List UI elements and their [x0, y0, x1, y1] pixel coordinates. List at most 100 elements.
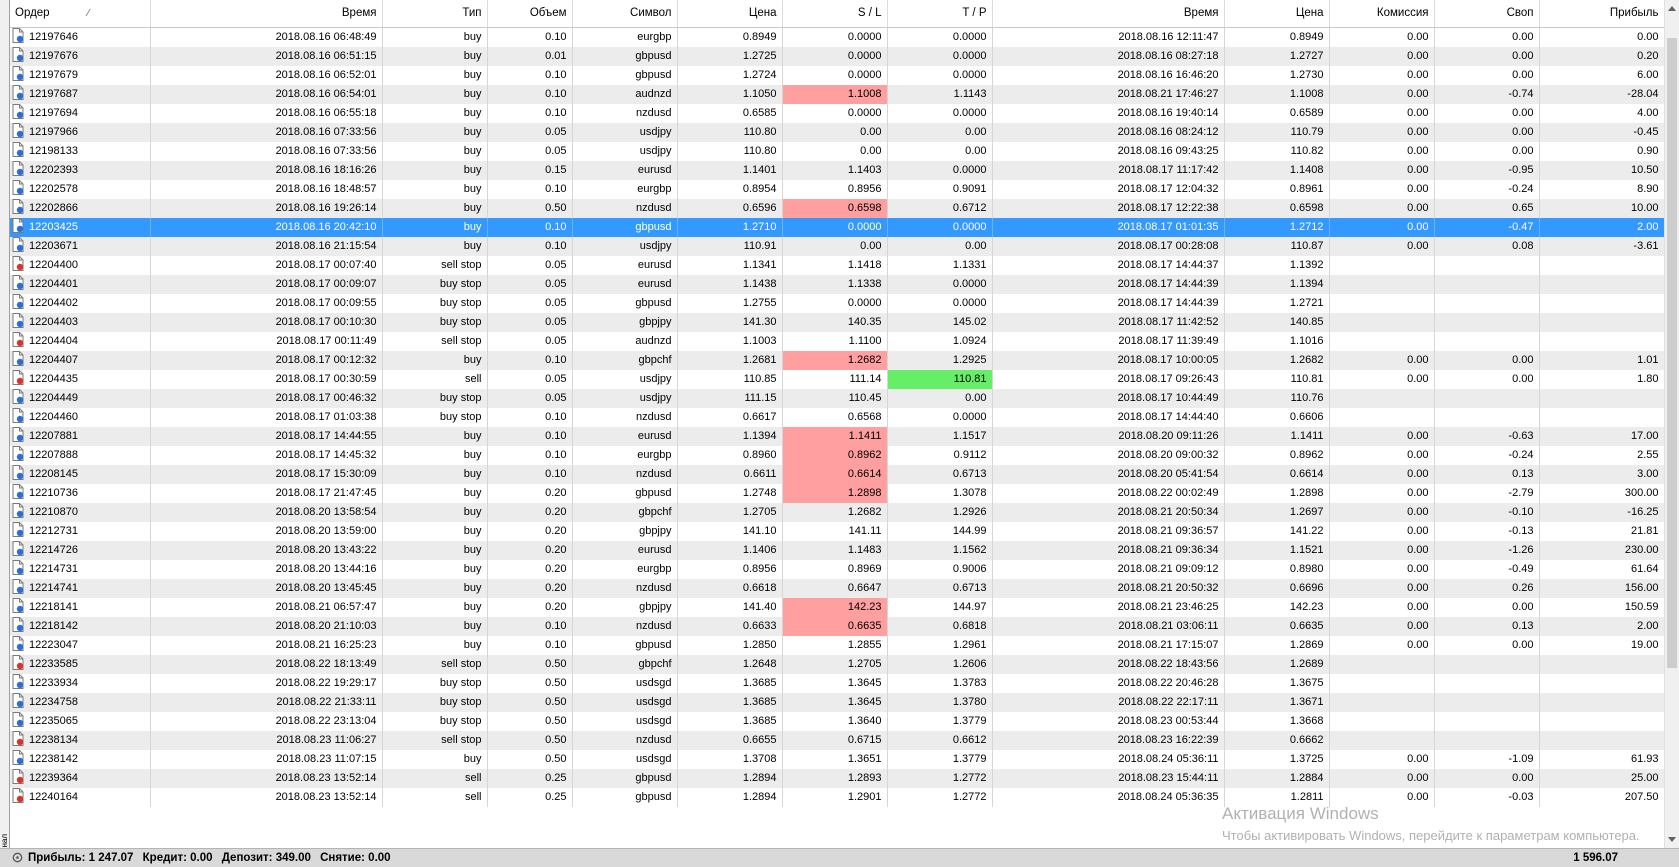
column-header-label: Цена: [748, 7, 777, 19]
table-row[interactable]: 12218141 2018.08.21 06:57:47 buy 0.20 gbpjpy…: [10, 598, 1664, 617]
table-row[interactable]: 12238142 2018.08.23 11:07:15 buy 0.50 usdsgd…: [10, 750, 1664, 769]
table-row[interactable]: 12202578 2018.08.16 18:48:57 buy 0.10 eurgbp…: [10, 180, 1664, 199]
table-row[interactable]: 12204400 2018.08.17 00:07:40 sell stop 0.05…: [10, 256, 1664, 275]
cell-commission: 0.00: [1329, 446, 1435, 465]
table-row[interactable]: 12233585 2018.08.22 18:13:49 sell stop 0.50…: [10, 655, 1664, 674]
cell-type: buy: [382, 522, 488, 541]
table-row[interactable]: 12233934 2018.08.22 19:29:17 buy stop 0.50 u…: [10, 674, 1664, 693]
cell-open-time: 2018.08.16 19:26:14: [150, 199, 383, 218]
order-number: 12203671: [29, 240, 78, 252]
terminal-side-tab[interactable]: инал: [0, 0, 10, 867]
column-header-type[interactable]: Тип: [382, 0, 488, 28]
cell-close-time: 2018.08.21 23:46:25: [992, 598, 1225, 617]
table-row[interactable]: 12203671 2018.08.16 21:15:54 buy 0.10 usdjpy…: [10, 237, 1664, 256]
table-row[interactable]: 12197646 2018.08.16 06:48:49 buy 0.10 eurgbp…: [10, 27, 1664, 47]
cell-symbol: gbpjpy: [572, 522, 678, 541]
cell-commission: [1329, 693, 1435, 712]
table-row[interactable]: 12204401 2018.08.17 00:09:07 buy stop 0.05 e…: [10, 275, 1664, 294]
buy-order-icon: [12, 313, 24, 328]
cell-volume: 0.10: [487, 66, 573, 85]
sell-order-icon: [12, 332, 24, 347]
cell-tp: 0.0000: [887, 161, 993, 180]
table-row[interactable]: 12238134 2018.08.23 11:06:27 sell stop 0.50…: [10, 731, 1664, 750]
cell-swap: 0.26: [1434, 579, 1540, 598]
table-row[interactable]: 12197966 2018.08.16 07:33:56 buy 0.05 usdjpy…: [10, 123, 1664, 142]
buy-order-icon: [12, 693, 24, 708]
table-row[interactable]: 12208145 2018.08.17 15:30:09 buy 0.10 nzdusd…: [10, 465, 1664, 484]
table-row[interactable]: 12207888 2018.08.17 14:45:32 buy 0.10 eurgbp…: [10, 446, 1664, 465]
cell-volume: 0.50: [487, 712, 573, 731]
column-header-price[interactable]: Цена: [677, 0, 783, 28]
cell-close-price: 1.1008: [1224, 85, 1330, 104]
column-header-profit[interactable]: Прибыль: [1539, 0, 1664, 28]
table-row[interactable]: 12204403 2018.08.17 00:10:30 buy stop 0.05 g…: [10, 313, 1664, 332]
table-row[interactable]: 12204435 2018.08.17 00:30:59 sell 0.05 usdjp…: [10, 370, 1664, 389]
table-row[interactable]: 12214731 2018.08.20 13:44:16 buy 0.20 eurgbp…: [10, 560, 1664, 579]
column-header-swap[interactable]: Своп: [1434, 0, 1540, 28]
table-row[interactable]: 12234758 2018.08.22 21:33:11 buy stop 0.50 u…: [10, 693, 1664, 712]
table-row[interactable]: 12204460 2018.08.17 01:03:38 buy stop 0.10 n…: [10, 408, 1664, 427]
scroll-thumb[interactable]: [1667, 38, 1677, 668]
table-row[interactable]: 12202866 2018.08.16 19:26:14 buy 0.50 nzdusd…: [10, 199, 1664, 218]
column-header-volume[interactable]: Объем: [487, 0, 573, 28]
column-header-close-price[interactable]: Цена: [1224, 0, 1330, 28]
table-row[interactable]: 12240164 2018.08.23 13:52:14 sell 0.25 gbpus…: [10, 788, 1664, 807]
cell-order: 12207881: [10, 427, 151, 446]
table-row[interactable]: 12204402 2018.08.17 00:09:55 buy stop 0.05 g…: [10, 294, 1664, 313]
table-row[interactable]: 12210736 2018.08.17 21:47:45 buy 0.20 gbpusd…: [10, 484, 1664, 503]
buy-order-icon: [12, 560, 24, 575]
column-header-open-time[interactable]: Время: [150, 0, 383, 28]
order-number: 12197646: [29, 31, 78, 43]
cell-type: buy: [382, 161, 488, 180]
column-header-order[interactable]: Ордер ⁄: [10, 0, 151, 28]
cell-profit: 21.81: [1539, 522, 1664, 541]
table-row[interactable]: 12210870 2018.08.20 13:58:54 buy 0.20 gbpchf…: [10, 503, 1664, 522]
cell-close-time: 2018.08.22 18:43:56: [992, 655, 1225, 674]
cell-symbol: eurusd: [572, 541, 678, 560]
column-header-close-time[interactable]: Время: [992, 0, 1225, 28]
table-row[interactable]: 12207881 2018.08.17 14:44:55 buy 0.10 eurusd…: [10, 427, 1664, 446]
column-header-sl[interactable]: S / L: [782, 0, 888, 28]
table-row[interactable]: 12212731 2018.08.20 13:59:00 buy 0.20 gbpjpy…: [10, 522, 1664, 541]
table-row[interactable]: 12203425 2018.08.16 20:42:10 buy 0.10 gbpusd…: [10, 218, 1664, 237]
column-header-commission[interactable]: Комиссия: [1329, 0, 1435, 28]
table-row[interactable]: 12198133 2018.08.16 07:33:56 buy 0.05 usdjpy…: [10, 142, 1664, 161]
table-row[interactable]: 12214726 2018.08.20 13:43:22 buy 0.20 eurusd…: [10, 541, 1664, 560]
cell-close-time: 2018.08.21 09:36:57: [992, 522, 1225, 541]
cell-volume: 0.10: [487, 427, 573, 446]
column-header-label: S / L: [857, 7, 882, 19]
scroll-down-icon[interactable]: [1668, 837, 1676, 842]
table-row[interactable]: 12235065 2018.08.22 23:13:04 buy stop 0.50 u…: [10, 712, 1664, 731]
cell-open-time: 2018.08.17 00:09:07: [150, 275, 383, 294]
table-row[interactable]: 12214741 2018.08.20 13:45:45 buy 0.20 nzdusd…: [10, 579, 1664, 598]
table-row[interactable]: 12202393 2018.08.16 18:16:26 buy 0.15 eurusd…: [10, 161, 1664, 180]
table-row[interactable]: 12197694 2018.08.16 06:55:18 buy 0.10 nzdusd…: [10, 104, 1664, 123]
order-number: 12238142: [29, 753, 78, 765]
column-header-tp[interactable]: T / P: [887, 0, 993, 28]
table-row[interactable]: 12204404 2018.08.17 00:11:49 sell stop 0.05…: [10, 332, 1664, 351]
table-row[interactable]: 12197679 2018.08.16 06:52:01 buy 0.10 gbpusd…: [10, 66, 1664, 85]
cell-open-time: 2018.08.16 21:15:54: [150, 237, 383, 256]
vertical-scrollbar[interactable]: [1664, 0, 1679, 848]
cell-order: 12197646: [10, 27, 151, 47]
sell-order-icon: [12, 731, 24, 746]
table-row[interactable]: 12218142 2018.08.20 21:10:03 buy 0.10 nzdusd…: [10, 617, 1664, 636]
cell-tp: 1.3078: [887, 484, 993, 503]
cell-open-time: 2018.08.20 13:59:00: [150, 522, 383, 541]
order-number: 12197966: [29, 126, 78, 138]
table-row[interactable]: 12197687 2018.08.16 06:54:01 buy 0.10 audnzd…: [10, 85, 1664, 104]
table-row[interactable]: 12223047 2018.08.21 16:25:23 buy 0.10 gbpusd…: [10, 636, 1664, 655]
scroll-up-icon[interactable]: [1668, 6, 1676, 11]
table-row[interactable]: 12197676 2018.08.16 06:51:15 buy 0.01 gbpusd…: [10, 47, 1664, 66]
cell-profit: -28.04: [1539, 85, 1664, 104]
cell-sl: 0.6568: [782, 408, 888, 427]
cell-sl: 1.2893: [782, 769, 888, 788]
cell-commission: 0.00: [1329, 104, 1435, 123]
column-header-symbol[interactable]: Символ: [572, 0, 678, 28]
cell-sl: 0.0000: [782, 104, 888, 123]
cell-price: 1.2648: [677, 655, 783, 674]
table-row[interactable]: 12239364 2018.08.23 13:52:14 sell 0.25 gbpus…: [10, 769, 1664, 788]
table-row[interactable]: 12204407 2018.08.17 00:12:32 buy 0.10 gbpchf…: [10, 351, 1664, 370]
table-row[interactable]: 12204449 2018.08.17 00:46:32 buy stop 0.05 u…: [10, 389, 1664, 408]
cell-sl: 1.3651: [782, 750, 888, 769]
